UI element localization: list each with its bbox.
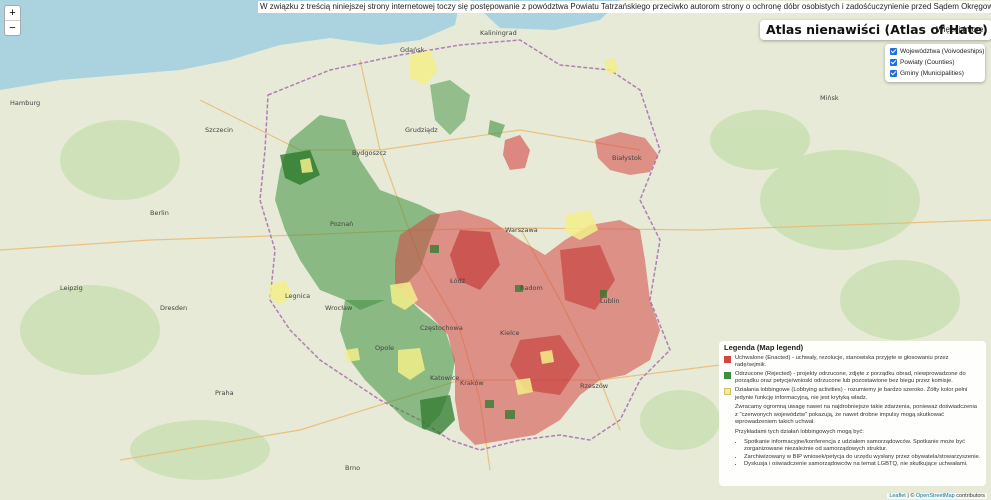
title-panel: Atlas nienawiści (Atlas of Hate) Więcej … — [760, 20, 991, 40]
attribution-sep: | © — [905, 493, 916, 499]
zoom-control: + − — [4, 5, 21, 36]
city-label: Katowice — [430, 374, 459, 382]
city-label: Dresden — [160, 304, 187, 312]
city-label: Białystok — [612, 154, 642, 162]
city-label: Rzeszów — [580, 382, 609, 390]
legend-note: Zwracamy ogromną uwagę nawet na najdrobn… — [735, 404, 977, 426]
examples-title: Przykładami tych działań lobbingowych mo… — [735, 428, 864, 435]
city-label: Kaliningrad — [480, 29, 517, 37]
legal-notice-banner: W związku z treścią niniejszej strony in… — [258, 1, 991, 13]
legend-item-rejected: Odrzucone (Rejected) - projekty odrzucon… — [724, 371, 981, 386]
checkbox-icon[interactable] — [890, 48, 897, 55]
zoom-out-button[interactable]: − — [5, 21, 20, 35]
city-label: Poznań — [330, 220, 353, 228]
layer-municipalities[interactable]: Gminy (Municipalities) — [890, 68, 985, 79]
map-legend: Legenda (Map legend) Uchwalone (Enacted)… — [719, 341, 986, 486]
city-label: Mińsk — [820, 94, 839, 102]
city-label: Lublin — [600, 297, 619, 305]
city-label: Opole — [375, 344, 394, 352]
examples-list: Spotkanie informacyjne/konferencja z udz… — [735, 439, 981, 469]
layer-label: Województwa (Voivodeships) — [900, 48, 985, 55]
attribution-tail: contributors — [954, 493, 985, 499]
city-label: Łódź — [449, 277, 466, 285]
checkbox-icon[interactable] — [890, 70, 897, 77]
checkbox-icon[interactable] — [890, 59, 897, 66]
attribution: Leaflet | © OpenStreetMap contributors — [887, 493, 987, 499]
zoom-in-button[interactable]: + — [5, 6, 20, 21]
legend-title: Legenda (Map legend) — [724, 343, 804, 352]
city-label: Legnica — [285, 292, 310, 300]
city-label: Praha — [215, 389, 234, 397]
city-label: Wrocław — [325, 304, 353, 312]
layers-control: Województwa (Voivodeships) Powiaty (Coun… — [885, 44, 985, 82]
leaflet-link[interactable]: Leaflet — [889, 493, 906, 499]
legend-item-enacted: Uchwalone (Enacted) - uchwały, rezolucje… — [724, 355, 981, 370]
city-label: Hamburg — [10, 99, 40, 107]
layer-voivodeships[interactable]: Województwa (Voivodeships) — [890, 46, 985, 57]
list-item: Spotkanie informacyjne/konferencja z udz… — [744, 439, 981, 454]
legend-text: Odrzucone (Rejected) - projekty odrzucon… — [735, 370, 966, 385]
swatch-yellow — [724, 387, 731, 395]
legend-text: Działania lobbingowe (Lobbying activitie… — [735, 386, 968, 401]
city-label: Częstochowa — [420, 324, 463, 332]
city-label: Kielce — [500, 329, 519, 337]
swatch-green — [724, 371, 731, 379]
more-link[interactable]: Więcej (more) — [936, 20, 986, 40]
layer-label: Gminy (Municipalities) — [900, 70, 964, 77]
city-label: Gdańsk — [400, 46, 425, 54]
osm-link[interactable]: OpenStreetMap — [916, 493, 955, 499]
layer-counties[interactable]: Powiaty (Counties) — [890, 57, 985, 68]
swatch-red — [724, 355, 731, 363]
legend-text: Uchwalone (Enacted) - uchwały, rezolucje… — [735, 354, 949, 369]
city-label: Kraków — [460, 379, 484, 387]
city-label: Grudziądz — [405, 126, 438, 134]
city-label: Bydgoszcz — [352, 149, 387, 157]
city-label: Radom — [520, 284, 543, 292]
layer-label: Powiaty (Counties) — [900, 59, 955, 66]
city-label: Warszawa — [505, 226, 538, 234]
city-label: Szczecin — [205, 126, 233, 134]
list-item: Zarchiwizowany w BIP wniosek/petycja do … — [744, 454, 981, 462]
city-label: Berlin — [150, 209, 169, 217]
legend-item-lobbying: Działania lobbingowe (Lobbying activitie… — [724, 387, 981, 402]
city-label: Leipzig — [60, 284, 83, 292]
city-label: Brno — [345, 464, 360, 472]
list-item: Dyskusja i oświadczenie samorządowców na… — [744, 461, 981, 469]
